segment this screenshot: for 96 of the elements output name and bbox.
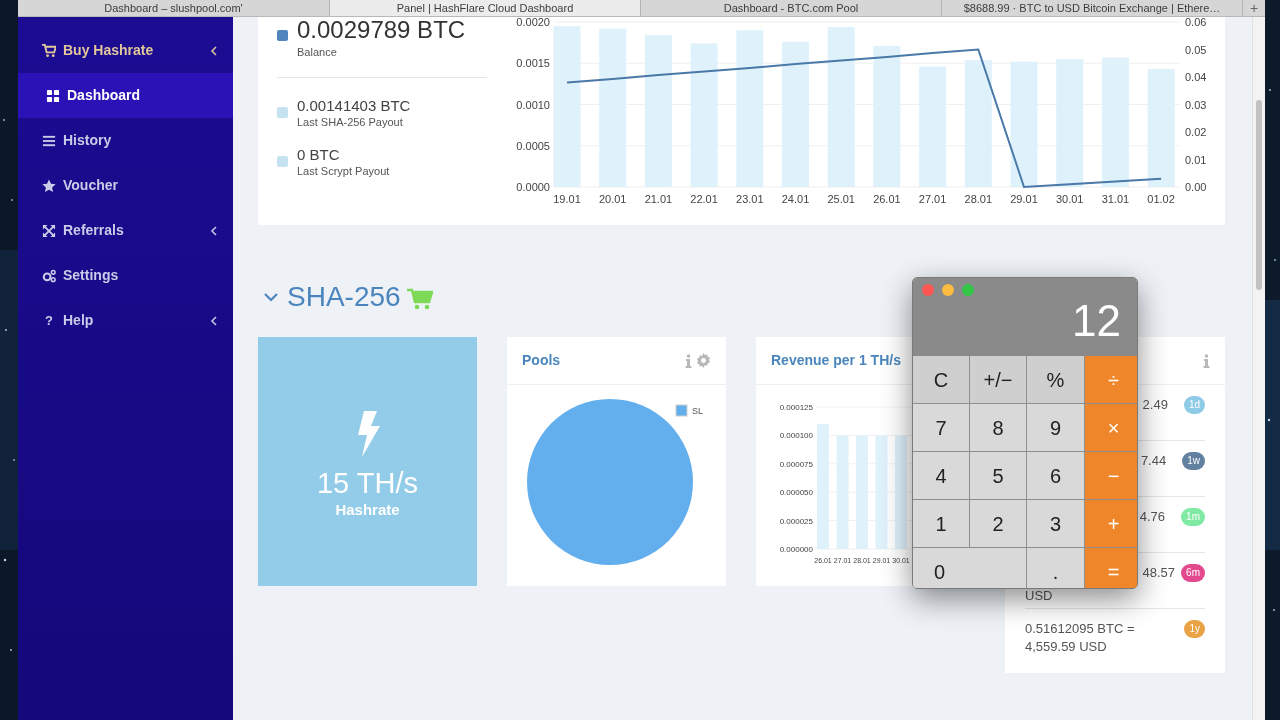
- minimize-button[interactable]: [942, 284, 954, 296]
- sidebar-item[interactable]: Voucher: [18, 163, 233, 208]
- grid-icon: [46, 88, 60, 103]
- axis-label: 28.01: [964, 193, 993, 205]
- sidebar-item[interactable]: Settings: [18, 253, 233, 298]
- calculator-key[interactable]: 7: [913, 404, 969, 451]
- cart-icon: [406, 287, 433, 310]
- period-badge: 6m: [1181, 564, 1205, 582]
- axis-label: 26.01: [873, 193, 901, 205]
- stat-value: 0.00141403 BTC: [297, 97, 411, 115]
- legend-label: SL: [692, 406, 703, 416]
- return-value: 4.76: [1139, 508, 1166, 526]
- return-value: 4,559.59 USD: [1025, 638, 1107, 656]
- axis-label: 25.01: [827, 193, 855, 205]
- calculator-key[interactable]: 2: [970, 500, 1026, 547]
- axis-label: 01.02: [1147, 193, 1175, 205]
- calculator-key[interactable]: 5: [970, 452, 1026, 499]
- stat-label: Last SHA-256 Payout: [297, 115, 404, 129]
- axis-label: 0.05: [1185, 43, 1207, 56]
- axis-label: 0.06: [1185, 17, 1207, 28]
- info-icon: [1203, 353, 1210, 368]
- period-badge: 1m: [1181, 508, 1205, 526]
- return-value: 7.44: [1140, 452, 1167, 470]
- axis-label: 30.01: [1055, 193, 1084, 205]
- zoom-button[interactable]: [962, 284, 974, 296]
- stat-value: 0.0029789 BTC: [297, 17, 466, 43]
- axis-label: 0.0005: [516, 139, 550, 152]
- sidebar-item[interactable]: Dashboard: [18, 73, 233, 118]
- calculator-key[interactable]: 1: [913, 500, 969, 547]
- settings-icon: [696, 353, 711, 368]
- question-icon: ?: [42, 310, 56, 331]
- sidebar-item[interactable]: Referrals: [18, 208, 233, 253]
- browser-tab[interactable]: Panel | HashFlare Cloud Dashboard: [330, 0, 641, 16]
- axis-label: 23.01: [736, 193, 764, 205]
- calculator-key[interactable]: 4: [913, 452, 969, 499]
- list-icon: [42, 133, 56, 148]
- calculator-key[interactable]: 0: [913, 548, 1026, 588]
- axis-label: 0.000075: [779, 459, 813, 469]
- axis-label: 24.01: [781, 193, 810, 205]
- axis-label: 19.01: [553, 193, 581, 205]
- axis-label: 0.000000: [779, 545, 813, 554]
- section-title: SHA-256: [287, 281, 401, 313]
- calculator-key[interactable]: 9: [1027, 404, 1084, 451]
- axis-label: 21.01: [644, 193, 673, 205]
- scrollbar[interactable]: [1252, 17, 1265, 720]
- cart-icon: [42, 43, 56, 58]
- return-value: USD: [1025, 587, 1053, 605]
- stat-value: 0 BTC: [297, 146, 341, 164]
- calculator-display: 12: [1072, 296, 1122, 346]
- axis-label: 0.00: [1185, 181, 1207, 193]
- period-badge: 1y: [1184, 620, 1205, 638]
- axis-label: 0.0000: [516, 181, 550, 193]
- calculator-key[interactable]: C: [913, 356, 969, 403]
- close-button[interactable]: [922, 284, 934, 296]
- hashrate-value: 15 TH/s: [317, 467, 418, 499]
- card-title: Revenue per 1 TH/s: [771, 351, 901, 370]
- axis-label: 0.000100: [779, 431, 813, 441]
- stat-label: Balance: [297, 45, 338, 59]
- axis-label: 22.01: [690, 193, 718, 205]
- card-title: Pools: [522, 351, 561, 370]
- axis-label: 0.03: [1185, 98, 1207, 111]
- axis-label: 0.000025: [779, 516, 813, 526]
- axis-label: 0.000050: [779, 488, 813, 498]
- axis-label: 0.0015: [516, 57, 550, 70]
- new-tab-button[interactable]: +: [1243, 0, 1265, 16]
- gears-icon: [42, 268, 56, 283]
- legend-marker: [675, 404, 688, 417]
- axis-label: 0.02: [1185, 126, 1207, 138]
- calculator-key[interactable]: 8: [970, 404, 1026, 451]
- axis-label: 20.01: [598, 193, 627, 205]
- sidebar-item[interactable]: ? Help: [18, 298, 233, 343]
- calculator-key[interactable]: %: [1027, 356, 1084, 403]
- return-value: 0.51612095 BTC =: [1025, 620, 1135, 638]
- axis-label: 0.01: [1185, 153, 1207, 166]
- sidebar-item[interactable]: Buy Hashrate: [18, 28, 233, 73]
- return-value: 48.57: [1142, 564, 1176, 582]
- stat-label: Last Scrypt Payout: [297, 164, 390, 178]
- axis-label: 27.01: [918, 193, 947, 205]
- sidebar-item[interactable]: History: [18, 118, 233, 163]
- calculator-key[interactable]: +/−: [970, 356, 1026, 403]
- period-badge: 1d: [1183, 396, 1205, 414]
- axis-label: 0.04: [1185, 71, 1207, 83]
- return-value: 2.49: [1142, 396, 1168, 414]
- calculator-key[interactable]: .: [1027, 548, 1084, 588]
- expand-arrows-icon: [42, 223, 56, 238]
- info-icon: [685, 353, 692, 368]
- axis-label: 29.01: [1010, 193, 1038, 205]
- axis-label: 0.0020: [516, 17, 550, 28]
- period-badge: 1w: [1182, 452, 1205, 470]
- axis-label: 0.000125: [779, 403, 813, 412]
- calculator-key[interactable]: 6: [1027, 452, 1084, 499]
- star-icon: [42, 178, 56, 193]
- hashrate-label: Hashrate: [335, 501, 400, 519]
- calculator-key[interactable]: 3: [1027, 500, 1084, 547]
- axis-label: 0.0010: [516, 98, 550, 111]
- axis-label: 31.01: [1101, 193, 1130, 205]
